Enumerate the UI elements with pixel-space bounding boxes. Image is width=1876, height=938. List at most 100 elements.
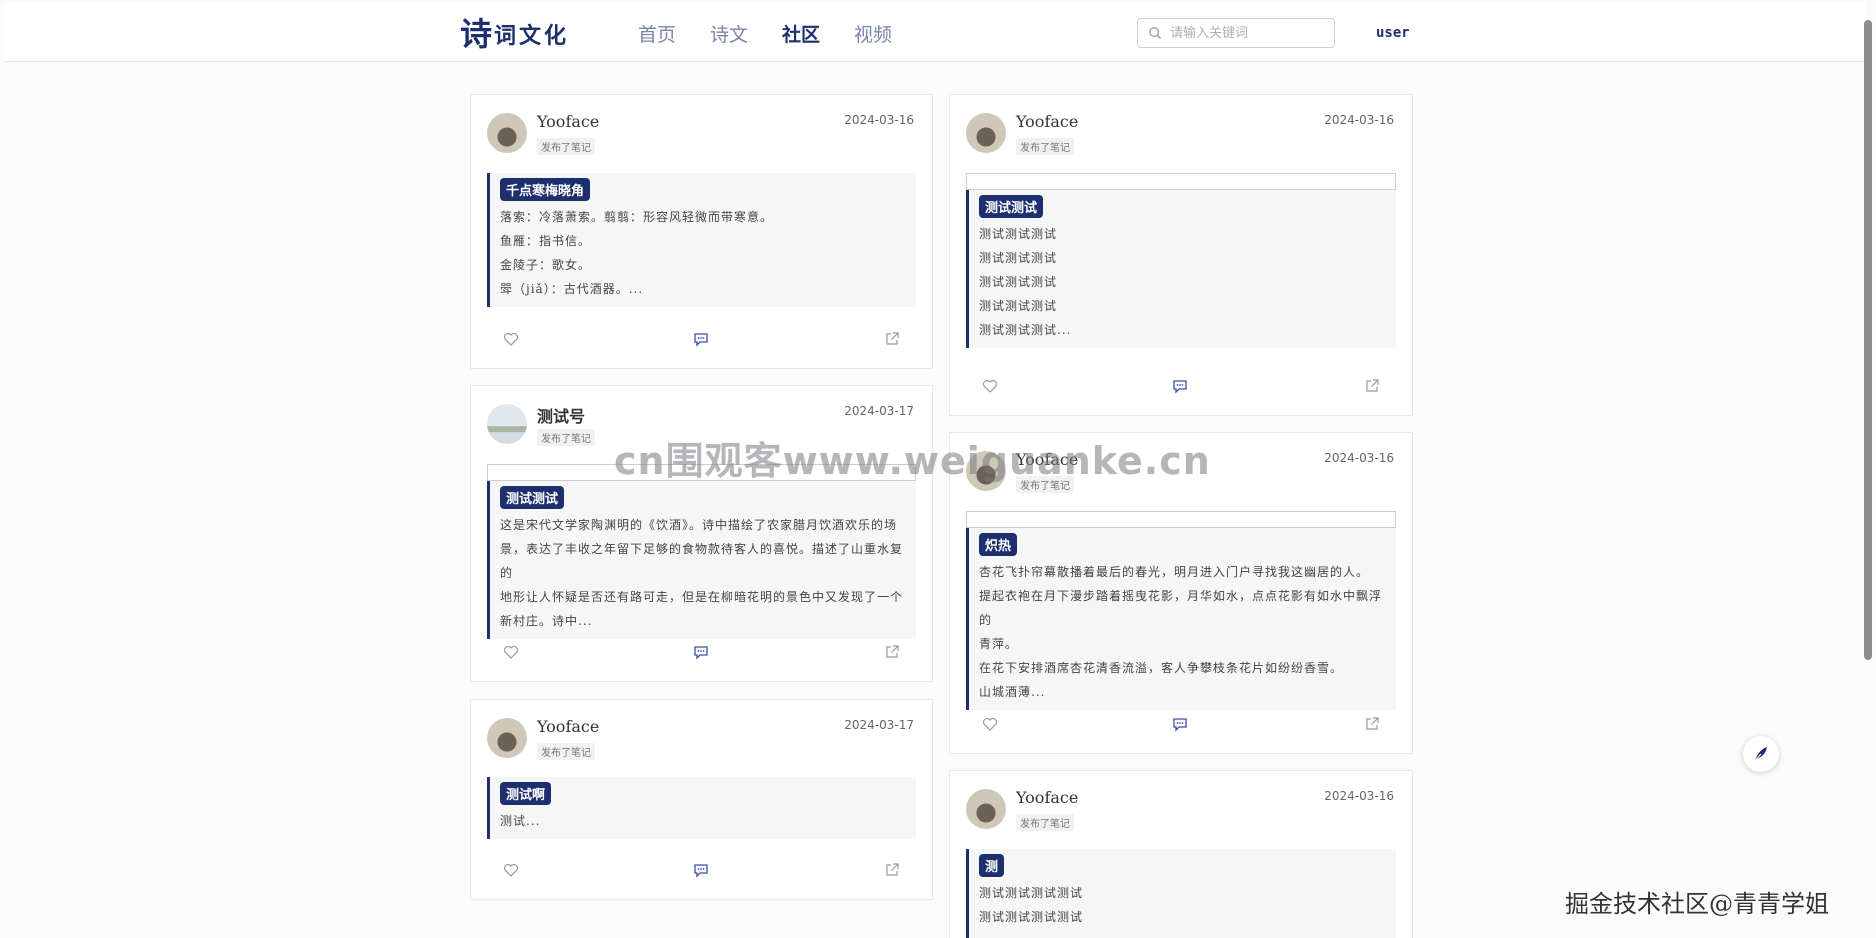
share-icon (886, 863, 899, 876)
feather-icon (1753, 747, 1767, 763)
post-line: 测试测试测试 (979, 275, 1058, 289)
post-date: 2024-03-17 (844, 718, 914, 732)
post-line: 在花下安排酒席杏花清香流溢，客人争攀枝条花片如纷纷香雪。 (979, 661, 1344, 675)
post-line: 测试测试测试 (979, 299, 1058, 313)
comment-button[interactable] (693, 644, 709, 660)
share-icon (1366, 717, 1379, 730)
share-icon (1366, 379, 1379, 392)
watermark-overlay: cn围观客www.weiguanke.cn (614, 439, 1211, 483)
share-button[interactable] (884, 862, 900, 878)
top-header: 诗 词文化 首页 诗文 社区 视频 user (4, 2, 1866, 62)
post-card[interactable]: Yooface 发布了笔记 2024-03-16 测试测试 测试测试测试 测试测… (949, 94, 1413, 416)
nav-community[interactable]: 社区 (782, 20, 820, 47)
share-button[interactable] (1364, 378, 1380, 394)
like-button[interactable] (982, 716, 998, 732)
post-line: 这是宋代文学家陶渊明的《饮酒》。诗中描绘了农家腊月饮酒欢乐的场 (500, 518, 898, 532)
avatar[interactable] (966, 789, 1006, 829)
post-image[interactable] (966, 511, 1396, 528)
logo-mark: 诗 (460, 15, 493, 53)
post-content[interactable]: 测 测试测试测试测试 测试测试测试测试 (966, 849, 1396, 938)
post-actions (471, 644, 932, 664)
avatar[interactable] (487, 404, 527, 444)
post-type-tag: 发布了笔记 (537, 138, 595, 155)
post-title: 测试测试 (979, 195, 1044, 218)
author-name[interactable]: Yooface (1016, 788, 1078, 807)
post-content[interactable]: 千点寒梅晓角 落索：冷落萧索。翦翦：形容风轻微而带寒意。 鱼雁：指书信。 金陵子… (487, 173, 916, 307)
share-icon (886, 645, 899, 658)
post-line: 地形让人怀疑是否还有路可走，但是在柳暗花明的景色中又发现了一个 (500, 590, 904, 604)
post-line: 斝（jiǎ）：古代酒器。... (500, 282, 644, 296)
post-line: 测试测试测试测试 (979, 910, 1084, 924)
author-name[interactable]: Yooface (537, 717, 599, 736)
share-button[interactable] (884, 644, 900, 660)
post-date: 2024-03-16 (844, 113, 914, 127)
post-line: 测试... (500, 814, 541, 828)
post-line: 鱼雁：指书信。 (500, 234, 592, 248)
heart-icon (503, 332, 519, 346)
main-nav: 首页 诗文 社区 视频 (638, 20, 892, 47)
author-name[interactable]: Yooface (1016, 112, 1078, 131)
post-image[interactable] (966, 173, 1396, 190)
post-line: 测试测试测试 (979, 227, 1058, 241)
post-type-tag: 发布了笔记 (537, 429, 595, 446)
post-date: 2024-03-17 (844, 404, 914, 418)
post-content[interactable]: 测试啊 测试... (487, 777, 916, 839)
post-actions (471, 331, 932, 351)
comment-icon (1173, 718, 1187, 732)
like-button[interactable] (503, 644, 519, 660)
comment-button[interactable] (1172, 716, 1188, 732)
comment-button[interactable] (693, 331, 709, 347)
post-content[interactable]: 炽热 杏花飞扑帘幕散播着最后的春光，明月进入门户寻找我这幽居的人。 提起衣袍在月… (966, 528, 1396, 710)
write-post-button[interactable] (1743, 736, 1779, 772)
author-name[interactable]: Yooface (537, 112, 599, 131)
post-card[interactable]: Yooface 发布了笔记 2024-03-16 千点寒梅晓角 落索：冷落萧索。… (470, 94, 933, 369)
avatar[interactable] (487, 113, 527, 153)
share-button[interactable] (1364, 716, 1380, 732)
avatar[interactable] (487, 718, 527, 758)
comment-button[interactable] (693, 862, 709, 878)
post-card[interactable]: Yooface 发布了笔记 2024-03-17 测试啊 测试... (470, 699, 933, 900)
site-logo[interactable]: 诗 词文化 (460, 14, 569, 54)
post-title: 炽热 (979, 533, 1018, 556)
search-box[interactable] (1137, 18, 1335, 48)
comment-button[interactable] (1172, 378, 1188, 394)
share-button[interactable] (884, 331, 900, 347)
post-type-tag: 发布了笔记 (1016, 138, 1074, 155)
post-line: 新村庄。诗中... (500, 614, 593, 628)
post-actions (471, 862, 932, 882)
post-type-tag: 发布了笔记 (537, 743, 595, 760)
post-line: 测试测试测试测试 (979, 886, 1084, 900)
heart-icon (982, 717, 998, 731)
post-content[interactable]: 测试测试 测试测试测试 测试测试测试 测试测试测试 测试测试测试 测试测试测试.… (966, 190, 1396, 348)
post-card[interactable]: Yooface 发布了笔记 2024-03-16 测 测试测试测试测试 测试测试… (949, 770, 1413, 938)
post-line: 测试测试测试 (979, 251, 1058, 265)
post-line: 青萍。 (979, 637, 1019, 651)
avatar[interactable] (966, 113, 1006, 153)
search-input[interactable] (1168, 24, 1332, 42)
search-icon (1149, 27, 1162, 40)
heart-icon (982, 379, 998, 393)
post-line: 提起衣袍在月下漫步踏着摇曳花影，月华如水，点点花影有如水中飘浮的 (979, 589, 1383, 627)
comment-icon (694, 864, 708, 878)
like-button[interactable] (982, 378, 998, 394)
nav-poems[interactable]: 诗文 (710, 20, 748, 47)
heart-icon (503, 863, 519, 877)
post-date: 2024-03-16 (1324, 451, 1394, 465)
nav-home[interactable]: 首页 (638, 20, 676, 47)
comment-icon (694, 333, 708, 347)
post-line: 杏花飞扑帘幕散播着最后的春光，明月进入门户寻找我这幽居的人。 (979, 565, 1370, 579)
post-title: 测试测试 (500, 486, 565, 509)
like-button[interactable] (503, 331, 519, 347)
heart-icon (503, 645, 519, 659)
nav-video[interactable]: 视频 (854, 20, 892, 47)
post-content[interactable]: 测试测试 这是宋代文学家陶渊明的《饮酒》。诗中描绘了农家腊月饮酒欢乐的场 景，表… (487, 481, 916, 639)
post-title: 千点寒梅晓角 (500, 178, 591, 201)
like-button[interactable] (503, 862, 519, 878)
comment-icon (694, 646, 708, 660)
page-scrollbar[interactable] (1864, 20, 1872, 660)
author-name[interactable]: 测试号 (537, 403, 585, 427)
user-menu[interactable]: user (1376, 25, 1410, 41)
post-line: 落索：冷落萧索。翦翦：形容风轻微而带寒意。 (500, 210, 774, 224)
post-title: 测试啊 (500, 782, 552, 805)
comment-icon (1173, 380, 1187, 394)
